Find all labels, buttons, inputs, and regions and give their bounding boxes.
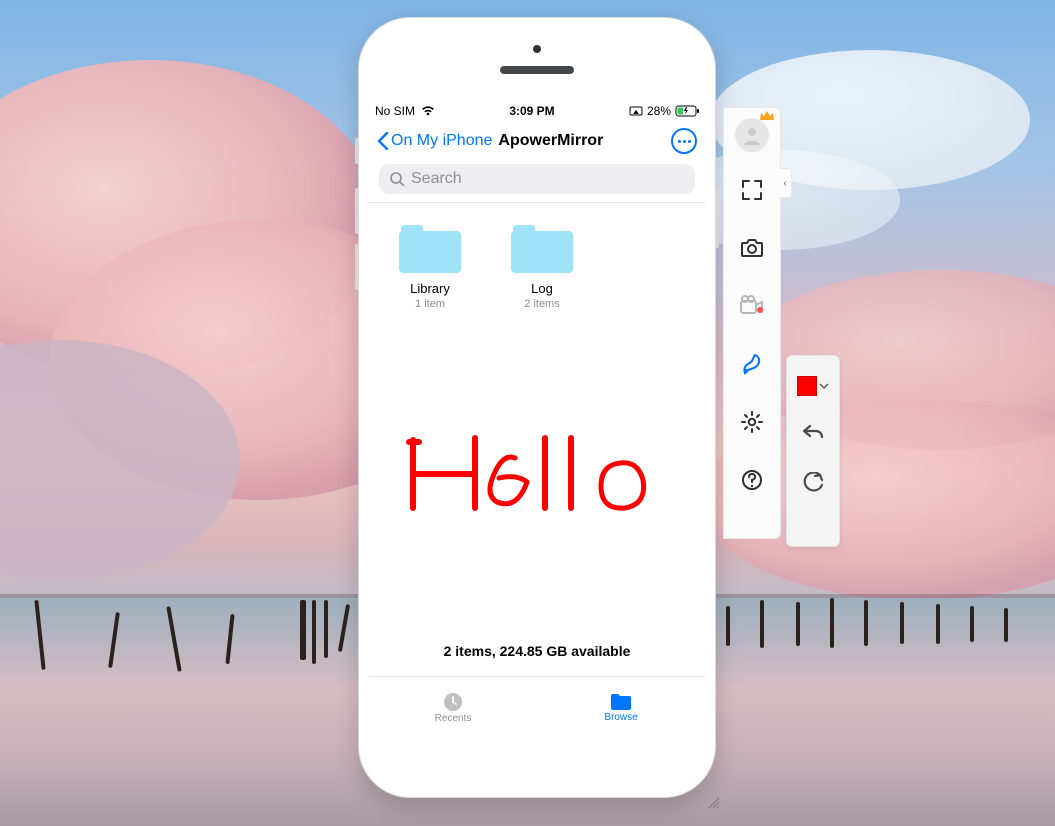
gear-icon (741, 411, 763, 433)
phone-speaker (500, 66, 574, 74)
wallpaper-detail (726, 606, 730, 646)
page-title: ApowerMirror (498, 132, 603, 150)
status-sim-text: No SIM (375, 104, 415, 118)
drawn-annotation-hello (405, 430, 665, 520)
screen-mirror-icon (629, 106, 643, 116)
folder-library[interactable]: Library 1 item (393, 225, 467, 310)
folder-subtitle: 2 items (505, 298, 579, 310)
draw-flyout (786, 355, 840, 547)
navigation-bar: On My iPhone ApowerMirror (369, 122, 705, 160)
folder-log[interactable]: Log 2 items (505, 225, 579, 310)
video-camera-icon (739, 295, 765, 317)
status-bar: No SIM 3:09 PM 28% (369, 100, 705, 122)
folder-icon (609, 692, 633, 712)
settings-button[interactable] (732, 402, 772, 442)
folder-grid: Library 1 item Log 2 items (369, 203, 705, 332)
wallpaper-detail (1004, 608, 1008, 642)
redo-button[interactable] (799, 468, 827, 496)
back-label: On My iPhone (391, 132, 492, 150)
crown-icon (759, 110, 775, 122)
wallpaper-detail (760, 600, 764, 648)
fullscreen-icon (741, 179, 763, 201)
sidebar-collapse-button[interactable]: ‹ (779, 168, 792, 198)
wallpaper-detail (300, 600, 306, 660)
clock-icon (442, 691, 464, 713)
wallpaper-detail (796, 602, 800, 646)
status-clock: 3:09 PM (509, 104, 554, 118)
wallpaper-detail (830, 598, 834, 648)
tab-recents[interactable]: Recents (369, 677, 537, 737)
phone-volume-up (355, 188, 359, 234)
fullscreen-button[interactable] (732, 170, 772, 210)
status-battery-percent: 28% (647, 104, 671, 118)
battery-icon (675, 105, 699, 117)
ellipsis-icon (678, 140, 681, 143)
folder-name: Log (505, 281, 579, 296)
wallpaper-detail (864, 600, 868, 646)
folder-icon (511, 225, 573, 273)
brush-icon (741, 353, 763, 375)
color-picker-button[interactable] (797, 376, 829, 396)
wallpaper-detail (936, 604, 940, 644)
tab-bar: Recents Browse (369, 676, 705, 737)
search-placeholder: Search (411, 170, 462, 188)
resize-grip-icon[interactable] (707, 796, 721, 810)
chevron-left-icon (377, 132, 389, 150)
annotation-stroke (409, 438, 644, 508)
phone-frame: No SIM 3:09 PM 28% On My iPhone (358, 17, 716, 798)
undo-button[interactable] (799, 418, 827, 446)
search-field[interactable]: Search (379, 164, 695, 194)
chevron-down-icon (819, 381, 829, 391)
wifi-icon (421, 106, 435, 116)
draw-button[interactable] (732, 344, 772, 384)
help-icon (741, 469, 763, 491)
folder-subtitle: 1 item (393, 298, 467, 310)
phone-volume-down (355, 244, 359, 290)
folder-name: Library (393, 281, 467, 296)
wallpaper-detail (970, 606, 974, 642)
control-sidebar (723, 107, 781, 539)
tab-label: Recents (435, 713, 472, 724)
account-button[interactable] (735, 118, 769, 152)
chevron-left-icon: ‹ (783, 178, 786, 189)
search-icon (389, 171, 405, 187)
screenshot-button[interactable] (732, 228, 772, 268)
phone-mute-switch (355, 138, 359, 164)
camera-icon (740, 237, 764, 259)
phone-screen: No SIM 3:09 PM 28% On My iPhone (369, 100, 705, 737)
wallpaper-detail (312, 600, 316, 664)
wallpaper-detail (324, 600, 328, 658)
phone-front-camera (533, 45, 541, 53)
record-button[interactable] (732, 286, 772, 326)
help-button[interactable] (732, 460, 772, 500)
user-icon (742, 125, 762, 145)
tab-browse[interactable]: Browse (537, 677, 705, 737)
storage-summary: 2 items, 224.85 GB available (369, 643, 705, 659)
more-actions-button[interactable] (671, 128, 697, 154)
tab-label: Browse (604, 712, 637, 723)
folder-icon (399, 225, 461, 273)
color-swatch (797, 376, 817, 396)
back-button[interactable]: On My iPhone ApowerMirror (377, 132, 603, 150)
phone-power-button (715, 188, 719, 248)
redo-icon (802, 472, 824, 492)
undo-icon (802, 423, 824, 441)
wallpaper-detail (900, 602, 904, 644)
